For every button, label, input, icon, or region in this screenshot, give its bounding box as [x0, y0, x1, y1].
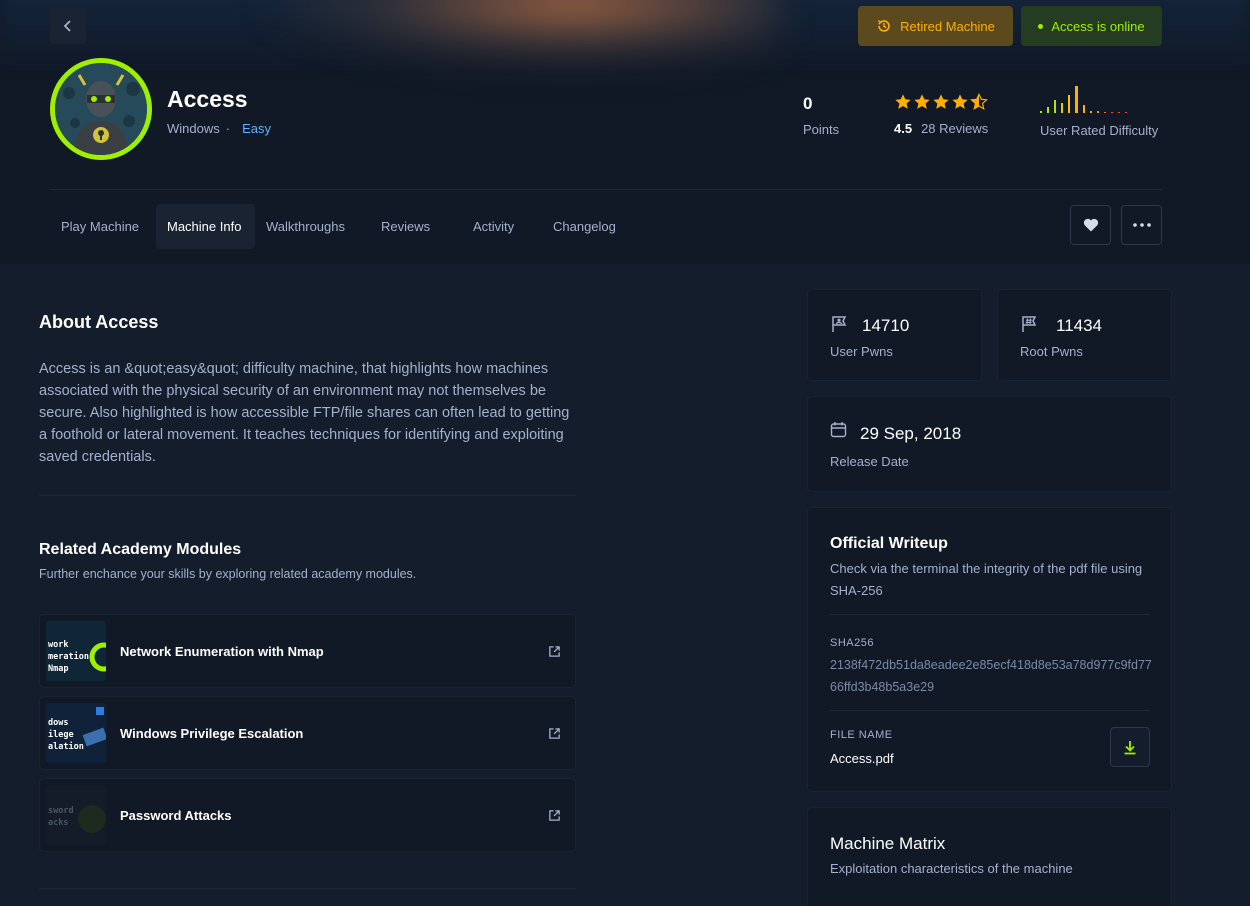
- points-stat: 0 Points: [803, 94, 839, 137]
- tab-reviews[interactable]: Reviews: [370, 204, 462, 249]
- thumb-text: acks: [48, 818, 69, 828]
- user-pwns-label: User Pwns: [830, 344, 893, 359]
- about-description: Access is an &quot;easy&quot; difficulty…: [39, 361, 570, 465]
- thumb-text: meration: [48, 652, 89, 662]
- sha-label: SHA256: [830, 637, 874, 649]
- star-icon: [952, 94, 968, 109]
- machine-matrix-card: Machine Matrix Exploitation characterist…: [807, 807, 1172, 906]
- star-icon: [933, 94, 949, 109]
- external-link-icon[interactable]: [548, 809, 561, 822]
- tab-activity[interactable]: Activity: [462, 204, 542, 249]
- section-divider: [39, 495, 576, 496]
- machine-header: Retired Machine Access is online Access …: [0, 0, 1250, 264]
- machine-difficulty: Easy: [242, 121, 271, 136]
- external-link-icon[interactable]: [548, 645, 561, 658]
- tab-machine-info[interactable]: Machine Info: [156, 204, 255, 249]
- back-button[interactable]: [50, 8, 86, 44]
- module-name: Windows Privilege Escalation: [120, 725, 304, 741]
- meta-separator: ·: [225, 121, 231, 136]
- thumb-text: sword: [48, 806, 74, 816]
- star-half-icon: [970, 93, 988, 111]
- thumb-text: Nmap: [48, 664, 69, 674]
- thumb-text: ilege: [48, 730, 74, 740]
- machine-tabs: Play Machine Machine Info Walkthroughs R…: [50, 204, 642, 249]
- retired-label: Retired Machine: [900, 18, 995, 34]
- module-name: Password Attacks: [120, 807, 232, 823]
- star-icon: [895, 94, 911, 109]
- module-thumbnail: dows ilege alation: [46, 703, 106, 763]
- academy-module-card[interactable]: dows ilege alation Windows Privilege Esc…: [39, 696, 576, 770]
- download-icon: [1124, 740, 1136, 754]
- star-rating: [894, 93, 988, 111]
- root-pwns-card: 11434 Root Pwns: [997, 289, 1172, 381]
- writeup-divider: [830, 710, 1150, 711]
- writeup-title: Official Writeup: [830, 535, 948, 552]
- user-rated-difficulty: User Rated Difficulty: [1040, 86, 1158, 138]
- star-icon: [914, 94, 930, 109]
- user-flag-icon: [832, 316, 847, 332]
- header-divider: [50, 189, 1162, 190]
- file-name-value: Access.pdf: [830, 751, 894, 766]
- sha-value: 2138f472db51da8eadee2e85ecf418d8e53a78d9…: [830, 658, 1152, 694]
- rating-summary: 4.5 28 Reviews: [894, 121, 988, 136]
- thumb-text: work: [48, 640, 69, 650]
- module-name: Network Enumeration with Nmap: [120, 643, 324, 659]
- ellipsis-icon: [1132, 223, 1151, 227]
- tab-changelog[interactable]: Changelog: [542, 204, 642, 249]
- section-divider: [39, 888, 576, 889]
- favorite-button[interactable]: [1070, 205, 1111, 245]
- academy-module-card[interactable]: sword acks Password Attacks: [39, 778, 576, 852]
- retired-machine-button[interactable]: Retired Machine: [858, 6, 1013, 46]
- rating-value: 4.5: [894, 121, 913, 136]
- release-date-value: 29 Sep, 2018: [860, 424, 962, 443]
- official-writeup-card: Official Writeup Check via the terminal …: [807, 507, 1172, 792]
- machine-avatar: [50, 58, 152, 160]
- academy-module-card[interactable]: work meration Nmap Network Enumeration w…: [39, 614, 576, 688]
- machine-os: Windows: [167, 121, 220, 136]
- difficulty-label: User Rated Difficulty: [1040, 123, 1159, 138]
- header-backdrop-glow: [260, 0, 780, 70]
- external-link-icon[interactable]: [548, 727, 561, 740]
- calendar-icon: [830, 422, 847, 438]
- release-date-label: Release Date: [830, 454, 909, 469]
- about-title: About Access: [39, 312, 159, 332]
- matrix-subtitle: Exploitation characteristics of the mach…: [830, 861, 1073, 876]
- heart-icon: [1083, 218, 1098, 232]
- user-pwns-card: 14710 User Pwns: [807, 289, 982, 381]
- download-writeup-button[interactable]: [1110, 727, 1150, 767]
- history-icon: [877, 20, 890, 32]
- writeup-divider: [830, 614, 1150, 615]
- matrix-title: Machine Matrix: [830, 834, 946, 853]
- thumb-text: dows: [48, 718, 69, 728]
- status-label: Access is online: [1051, 18, 1145, 34]
- thumb-text: alation: [48, 742, 84, 752]
- status-dot-icon: [1038, 23, 1044, 29]
- machine-name: Access: [167, 86, 248, 112]
- tab-walkthroughs[interactable]: Walkthroughs: [255, 204, 370, 249]
- machine-avatar-illustration: [55, 63, 147, 155]
- release-date-card: 29 Sep, 2018 Release Date: [807, 396, 1172, 492]
- writeup-description: Check via the terminal the integrity of …: [830, 561, 1143, 598]
- points-label: Points: [803, 122, 840, 137]
- reviews-count[interactable]: 28 Reviews: [921, 121, 988, 136]
- related-modules-subtitle: Further enchance your skills by explorin…: [39, 567, 417, 581]
- points-value: 0: [803, 94, 813, 113]
- user-pwns-value: 14710: [862, 316, 910, 335]
- difficulty-chart: [1040, 86, 1127, 113]
- root-flag-icon: [1022, 316, 1037, 332]
- chevron-left-icon: [63, 20, 71, 32]
- root-pwns-label: Root Pwns: [1020, 344, 1083, 359]
- related-modules-title: Related Academy Modules: [39, 541, 242, 558]
- root-pwns-value: 11434: [1056, 316, 1103, 335]
- tab-play-machine[interactable]: Play Machine: [50, 204, 156, 249]
- machine-meta: Windows · Easy: [167, 121, 271, 136]
- more-options-button[interactable]: [1121, 205, 1162, 245]
- module-thumbnail: sword acks: [46, 785, 106, 845]
- module-thumbnail: work meration Nmap: [46, 621, 106, 681]
- file-name-label: FILE NAME: [830, 729, 893, 741]
- machine-status-button[interactable]: Access is online: [1021, 6, 1162, 46]
